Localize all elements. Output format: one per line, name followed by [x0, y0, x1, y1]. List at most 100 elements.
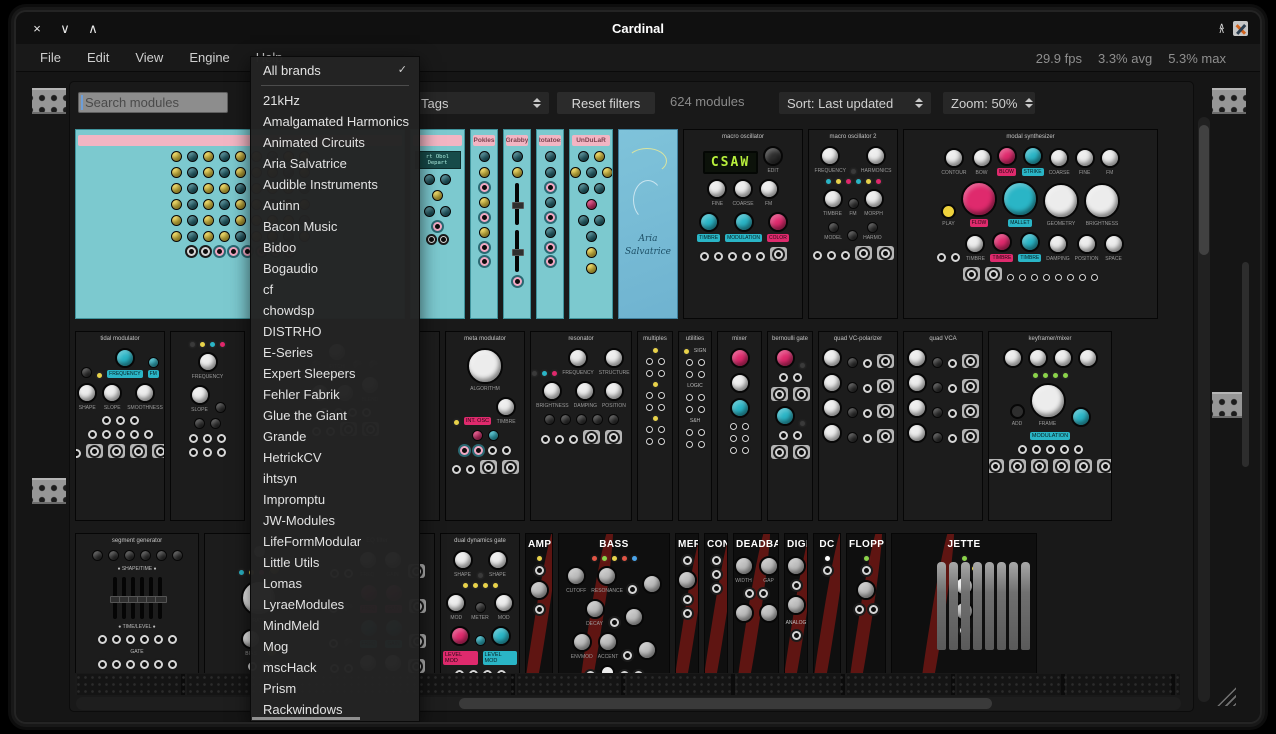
- jack-icon: [686, 394, 693, 401]
- module-card-quad-vca[interactable]: quad VCA: [903, 331, 983, 521]
- knob-icon: [965, 234, 985, 254]
- module-card-resonator[interactable]: resonatorFREQUENCYSTRUCTUREBRIGHTNESSDAM…: [530, 331, 632, 521]
- jack-icon: [881, 382, 890, 391]
- module-card-quad-vc-polarizer[interactable]: quad VC-polarizer: [818, 331, 898, 521]
- title-bar: × ∨ ∧ Cardinal ∧∧: [16, 12, 1260, 44]
- brand-menu-item-selected[interactable]: All brands✓: [251, 60, 419, 81]
- module-card-pokles[interactable]: Pokles: [470, 129, 498, 319]
- knob-icon: [219, 231, 230, 242]
- module-card-segment-generator[interactable]: segment generator● SHAPE/TIME ●● TIME/LE…: [75, 533, 199, 673]
- module-card-grabby[interactable]: Grabby: [503, 129, 531, 319]
- brand-menu-item[interactable]: Little Utils: [251, 552, 419, 573]
- jack-icon: [792, 631, 801, 640]
- brand-menu-item[interactable]: LifeFormModular: [251, 531, 419, 552]
- brand-menu-item[interactable]: Lomas: [251, 573, 419, 594]
- brand-menu-item[interactable]: JW-Modules: [251, 510, 419, 531]
- module-card-untitled[interactable]: FREQUENCYSLOPE: [170, 331, 245, 521]
- brand-menu-item[interactable]: Audible Instruments: [251, 174, 419, 195]
- knob-icon: [432, 190, 443, 201]
- brand-menu-item[interactable]: Impromptu: [251, 489, 419, 510]
- module-card-rotatoes[interactable]: Rotatoes: [536, 129, 564, 319]
- module-card-amp[interactable]: AMP: [525, 533, 553, 673]
- collapse-all-icon[interactable]: ∧∧: [1218, 24, 1225, 32]
- jack-icon: [587, 433, 596, 442]
- brand-menu-item[interactable]: Fehler Fabrik: [251, 384, 419, 405]
- module-card-dual-dynamics-gate[interactable]: dual dynamics gateSHAPESHAPEMODMETERMODL…: [440, 533, 520, 673]
- module-card-tidal-modulator[interactable]: tidal modulatorFREQUENCYFMSHAPESLOPESMOO…: [75, 331, 165, 521]
- module-card-digi[interactable]: DIGIANALOG: [784, 533, 808, 673]
- jack-icon: [966, 382, 975, 391]
- brand-menu-item[interactable]: Glue the Giant: [251, 405, 419, 426]
- module-card-macro-oscillator-2[interactable]: macro oscillator 2FREQUENCYHARMONICSTIMB…: [808, 129, 898, 319]
- jack-icon: [793, 431, 802, 440]
- jack-icon: [168, 635, 177, 644]
- brand-menu-item[interactable]: DISTRHO: [251, 321, 419, 342]
- jack-icon: [620, 671, 629, 673]
- brand-menu-item[interactable]: Bacon Music: [251, 216, 419, 237]
- tags-select[interactable]: Tags: [413, 92, 549, 114]
- module-card-dc[interactable]: DC: [813, 533, 841, 673]
- menu-item-edit[interactable]: Edit: [87, 50, 109, 65]
- control-label: GEOMETRY: [1047, 221, 1076, 227]
- control-label: FINE: [1079, 170, 1090, 176]
- brand-menu-item[interactable]: Prism: [251, 678, 419, 699]
- module-card-undular[interactable]: UnDuLaR: [569, 129, 613, 319]
- menu-item-view[interactable]: View: [135, 50, 163, 65]
- brand-menu-item[interactable]: Bogaudio: [251, 258, 419, 279]
- dropdown-scrollbar[interactable]: [252, 717, 360, 720]
- menu-item-engine[interactable]: Engine: [189, 50, 229, 65]
- brand-menu-item[interactable]: LyraeModules: [251, 594, 419, 615]
- module-card-bass[interactable]: BASSCUTOFFRESONANCEDECAYENVMODACCENT: [558, 533, 670, 673]
- brand-menu-item[interactable]: mscHack: [251, 657, 419, 678]
- vertical-scrollbar-thumb[interactable]: [1199, 125, 1209, 255]
- reset-filters-button[interactable]: Reset filters: [557, 92, 655, 114]
- module-card-untitled[interactable]: Aria Salvatrice: [618, 129, 678, 319]
- search-input[interactable]: Search modules: [78, 92, 228, 113]
- horizontal-scrollbar-thumb[interactable]: [459, 698, 992, 709]
- menu-item-file[interactable]: File: [40, 50, 61, 65]
- resize-grip-icon[interactable]: [1216, 686, 1236, 706]
- module-card-flopper[interactable]: FLOPPER: [846, 533, 886, 673]
- brand-menu-item[interactable]: Bidoo: [251, 237, 419, 258]
- module-card-conv[interactable]: CONV: [704, 533, 728, 673]
- brand-menu-item[interactable]: E-Series: [251, 342, 419, 363]
- brand-menu-item[interactable]: cf: [251, 279, 419, 300]
- brand-menu-item[interactable]: 21kHz: [251, 90, 419, 111]
- zoom-select[interactable]: Zoom: 50%: [943, 92, 1035, 114]
- module-card-multiples[interactable]: multiples: [637, 331, 673, 521]
- control-label: FM: [765, 201, 772, 207]
- knob-icon: [219, 167, 230, 178]
- module-card-macro-oscillator[interactable]: macro oscillatorCSAWEDITFINECOARSEFMTIMB…: [683, 129, 803, 319]
- knob-icon: [730, 348, 750, 368]
- brand-menu-item[interactable]: Animated Circuits: [251, 132, 419, 153]
- module-card-modal-synthesizer[interactable]: modal synthesizerCONTOURBOWBLOWSTRIKECOA…: [903, 129, 1158, 319]
- brand-menu-item[interactable]: Autinn: [251, 195, 419, 216]
- module-card-utilities[interactable]: utilitiesSIGNLOGICS&H: [678, 331, 712, 521]
- module-card-meta-modulator[interactable]: meta modulatorALGORITHMINT. OSCTIMBRE: [445, 331, 525, 521]
- vertical-scrollbar[interactable]: [1198, 117, 1210, 702]
- module-card-deadband[interactable]: DEADBANDWIDTHGAP: [733, 533, 779, 673]
- horizontal-scrollbar[interactable]: [76, 697, 1181, 710]
- jack-icon: [686, 441, 693, 448]
- brand-menu-item[interactable]: Mog: [251, 636, 419, 657]
- knob-icon: [187, 151, 198, 162]
- sort-select[interactable]: Sort: Last updated: [779, 92, 931, 114]
- brand-menu-item[interactable]: HetrickCV: [251, 447, 419, 468]
- brand-menu-item[interactable]: Amalgamated Harmonics: [251, 111, 419, 132]
- rack-scrollbar-thumb[interactable]: [1242, 262, 1249, 467]
- brand-menu-item[interactable]: Grande: [251, 426, 419, 447]
- module-card-bernoulli-gate[interactable]: bernoulli gate: [767, 331, 813, 521]
- brand-menu-item[interactable]: chowdsp: [251, 300, 419, 321]
- module-card-mera[interactable]: MERA: [675, 533, 699, 673]
- module-card-jette[interactable]: JETTE: [891, 533, 1037, 673]
- brand-menu-item[interactable]: ihtsyn: [251, 468, 419, 489]
- brand-menu-item[interactable]: Aria Salvatrice: [251, 153, 419, 174]
- knob-icon: [424, 174, 435, 185]
- brand-menu-item[interactable]: MindMeld: [251, 615, 419, 636]
- module-card-mixer[interactable]: mixer: [717, 331, 762, 521]
- brand-menu-item[interactable]: Expert Sleepers: [251, 363, 419, 384]
- knob-icon: [424, 206, 435, 217]
- knob-icon: [467, 348, 503, 384]
- jack-icon: [229, 247, 238, 256]
- module-card-keyframer-mixer[interactable]: keyframer/mixerADDFRAMEMODULATION: [988, 331, 1112, 521]
